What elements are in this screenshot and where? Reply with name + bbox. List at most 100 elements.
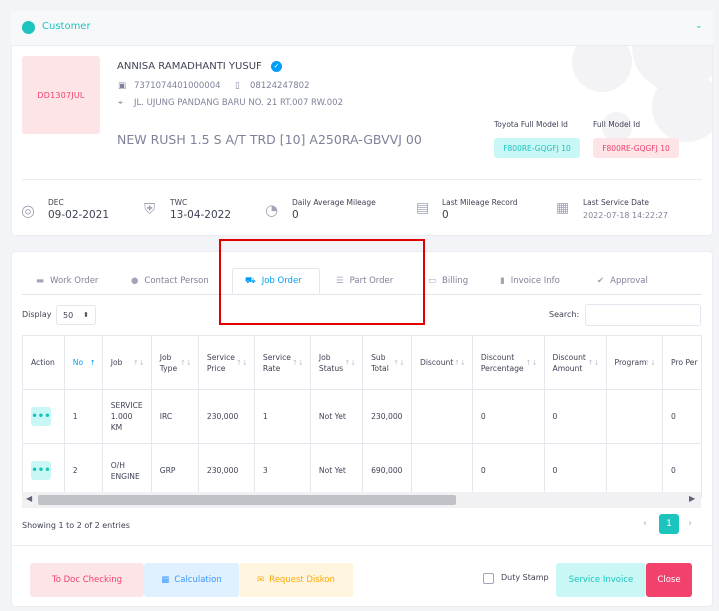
globe-icon: ◎ xyxy=(21,201,35,220)
col-discount-percentage[interactable]: Discount Percentage ↑↓ xyxy=(471,335,545,390)
table-row: ••• 1 SERVICE 1.000 KM IRC 230,000 1 Not… xyxy=(22,389,702,444)
page-button-current[interactable]: 1 xyxy=(659,514,679,534)
sort-icon: ↑↓ xyxy=(292,359,304,367)
col-service-price[interactable]: Service Price ↑↓ xyxy=(197,335,255,390)
chevron-down-icon[interactable]: ⌄ xyxy=(695,21,703,31)
toyota-model-label: Toyota Full Model Id xyxy=(494,120,568,129)
col-label: Program xyxy=(614,358,647,367)
request-diskon-button[interactable]: ✉ Request Diskon xyxy=(239,563,353,597)
next-page-icon[interactable]: › xyxy=(688,518,692,529)
cell-no: 1 xyxy=(63,389,103,444)
col-label: Job Status xyxy=(318,352,344,373)
col-sub-total[interactable]: Sub Total ↑↓ xyxy=(362,335,412,390)
tab-label: Invoice Info xyxy=(510,276,560,286)
stat-label-twc: TWC xyxy=(170,198,188,207)
customer-address: JL. UJUNG PANDANG BARU NO. 21 RT.007 RW.… xyxy=(134,98,343,108)
cell-program xyxy=(605,389,664,444)
sort-icon: ↑↓ xyxy=(525,359,538,367)
col-discount-amount[interactable]: Discount Amount ↑↓ xyxy=(543,335,607,390)
sort-icon: ↑ xyxy=(89,359,96,367)
display-label: Display xyxy=(22,310,52,319)
calculator-icon: ▦ xyxy=(161,575,170,585)
service-invoice-button[interactable]: Service Invoice xyxy=(556,563,646,597)
calculation-button[interactable]: ▦ Calculation xyxy=(144,563,239,597)
duty-stamp-checkbox[interactable] xyxy=(483,573,494,584)
folder-icon: ▬ xyxy=(36,276,45,286)
customer-id-number: 7371074401000004 xyxy=(134,81,221,91)
customer-icon xyxy=(22,21,35,34)
horizontal-scrollbar[interactable]: ◀ ▶ xyxy=(22,492,701,508)
tab-label: Work Order xyxy=(50,276,99,286)
col-job-status[interactable]: Job Status ↑↓ xyxy=(309,335,364,390)
cell-discount-percentage: 0 xyxy=(471,389,545,444)
shield-icon: ⛨ xyxy=(144,200,156,218)
sort-icon: ↑↓ xyxy=(454,359,466,367)
customer-section-title: Customer xyxy=(42,21,91,32)
stat-label-last-service: Last Service Date xyxy=(583,198,650,207)
phone-icon: ▯ xyxy=(235,81,240,91)
row-actions-button[interactable]: ••• xyxy=(31,407,51,426)
highlight-box xyxy=(219,239,425,325)
tab-work-order[interactable]: ▬ Work Order xyxy=(36,268,98,294)
cell-no: 2 xyxy=(63,443,103,498)
tab-contact-person[interactable]: ● Contact Person xyxy=(131,268,209,294)
display-value: 50 xyxy=(63,310,74,320)
cell-discount xyxy=(410,389,473,444)
col-no[interactable]: No ↑ xyxy=(63,335,103,390)
close-button[interactable]: Close xyxy=(646,563,692,597)
display-select[interactable]: 50 ⬍ xyxy=(56,305,96,325)
job-order-table: Action No ↑ Job ↑↓ Job Type ↑↓ Service Pric… xyxy=(22,335,702,498)
to-doc-checking-button[interactable]: To Doc Checking xyxy=(30,563,144,597)
vehicle-model: NEW RUSH 1.5 S A/T TRD [10] A250RA-GBVVJ… xyxy=(117,132,422,147)
customer-name: ANNISA RAMADHANTI YUSUF xyxy=(117,61,262,72)
col-job[interactable]: Job ↑↓ xyxy=(101,335,152,390)
col-action: Action xyxy=(22,335,65,390)
search-input[interactable] xyxy=(585,304,701,326)
license-plate: DD1307JUL xyxy=(22,56,100,134)
cell-service-price: 230,000 xyxy=(197,443,255,498)
tab-invoice-info[interactable]: ▮ Invoice Info xyxy=(500,268,560,294)
col-discount[interactable]: Discount ↑↓ xyxy=(410,335,473,390)
prev-page-icon[interactable]: ‹ xyxy=(643,518,647,529)
sort-icon: ↑↓ xyxy=(180,359,192,367)
footer-divider xyxy=(11,545,713,546)
col-job-type[interactable]: Job Type ↑↓ xyxy=(150,335,199,390)
col-pro-per[interactable]: Pro Per xyxy=(662,335,702,390)
stat-value-daily-mileage: 0 xyxy=(292,209,299,221)
col-label: Job xyxy=(110,358,123,367)
stat-label-daily-mileage: Daily Average Mileage xyxy=(292,198,376,207)
col-label: Discount xyxy=(419,358,454,367)
cell-service-rate: 1 xyxy=(253,389,311,444)
table-header-row: Action No ↑ Job ↑↓ Job Type ↑↓ Service Pric… xyxy=(22,335,702,390)
duty-stamp-label: Duty Stamp xyxy=(501,573,549,582)
tab-approval[interactable]: ✔ Approval xyxy=(597,268,648,294)
tab-billing[interactable]: ▭ Billing xyxy=(428,268,468,294)
cell-discount xyxy=(410,443,473,498)
col-service-rate[interactable]: Service Rate ↑↓ xyxy=(253,335,311,390)
invoice-icon: ▮ xyxy=(500,276,505,286)
tab-label: Approval xyxy=(610,276,648,286)
cell-job-status: Not Yet xyxy=(309,443,364,498)
table-info: Showing 1 to 2 of 2 entries xyxy=(22,521,130,530)
action-cell: ••• xyxy=(22,389,65,444)
customer-section-header[interactable] xyxy=(11,11,713,46)
cell-job: SERVICE 1.000 KM xyxy=(101,389,152,444)
cell-sub-total: 230,000 xyxy=(362,389,412,444)
calendar-icon: ▦ xyxy=(556,200,570,216)
scrollbar-thumb[interactable] xyxy=(38,495,456,505)
full-model-badge: F800RE-GQGFJ 10 xyxy=(593,138,679,158)
sort-icon: ↑↓ xyxy=(236,359,248,367)
cell-discount-amount: 0 xyxy=(543,443,607,498)
col-label: Discount Percentage xyxy=(480,352,524,373)
sort-icon: ↑↓ xyxy=(132,359,145,367)
stat-label-dec: DEC xyxy=(48,198,64,207)
user-icon: ● xyxy=(131,276,139,286)
col-program[interactable]: Program ↑↓ xyxy=(605,335,664,390)
scroll-left-icon[interactable]: ◀ xyxy=(26,494,32,503)
cell-service-price: 230,000 xyxy=(197,389,255,444)
col-label: Pro Per xyxy=(671,358,698,367)
scroll-right-icon[interactable]: ▶ xyxy=(689,494,695,503)
row-actions-button[interactable]: ••• xyxy=(31,461,51,480)
cell-job-type: GRP xyxy=(150,443,199,498)
toyota-model-badge: F800RE-GQGFJ 10 xyxy=(494,138,580,158)
